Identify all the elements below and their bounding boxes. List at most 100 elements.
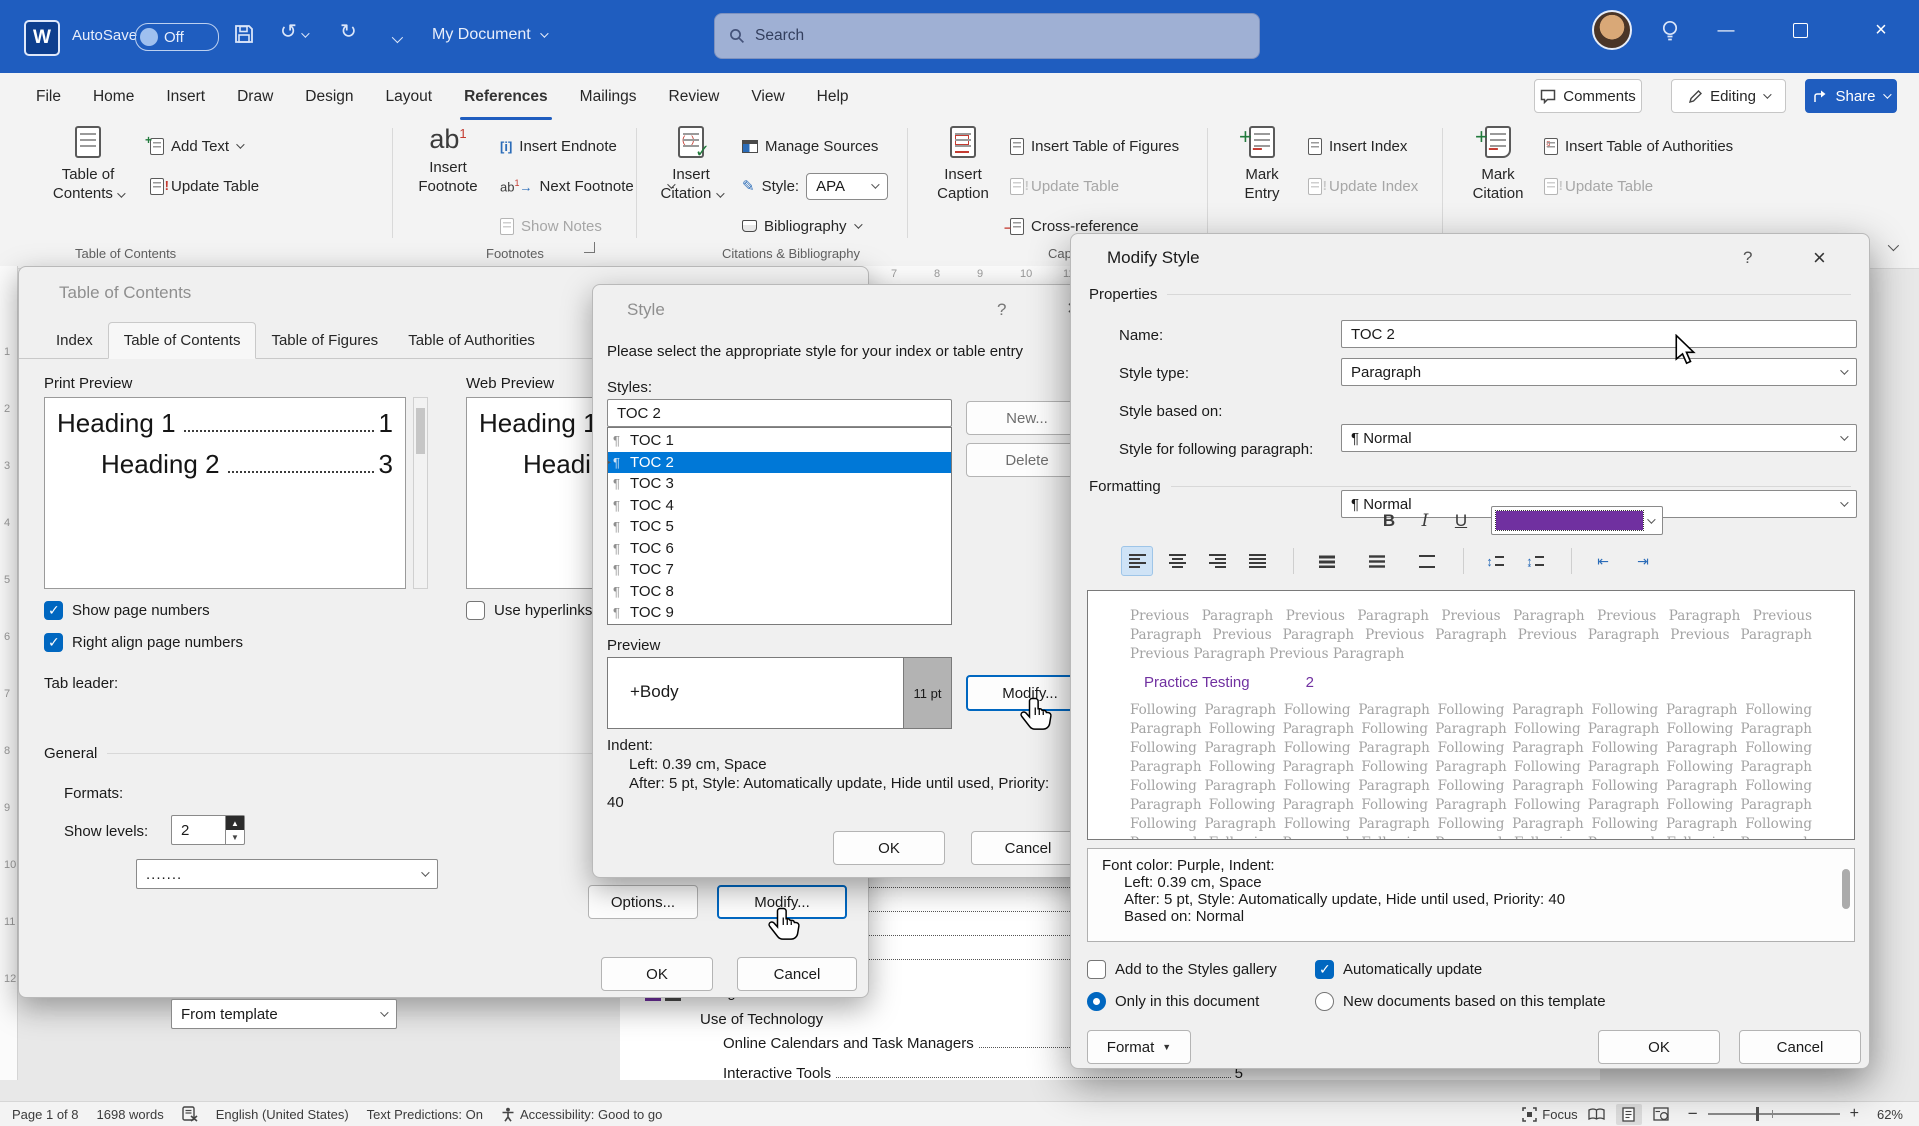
save-button[interactable] [232,22,256,51]
help-button[interactable]: ? [997,300,1006,320]
tab-draw[interactable]: Draw [221,73,289,120]
style-cancel-button[interactable]: Cancel [971,831,1085,865]
font-color-select[interactable] [1491,506,1663,535]
print-layout-button[interactable] [1616,1104,1642,1125]
use-hyperlinks-checkbox[interactable]: Use hyperlinks [466,601,592,620]
style-ok-button[interactable]: OK [833,831,945,865]
modify-cancel-button[interactable]: Cancel [1739,1030,1861,1064]
only-in-this-document-radio[interactable]: Only in this document [1087,992,1259,1011]
document-title-menu[interactable]: My Document [432,26,546,44]
focus-mode-button[interactable]: Focus [1522,1107,1577,1122]
toc-ok-button[interactable]: OK [601,957,713,991]
customize-toolbar-chevron-icon[interactable] [392,27,400,47]
close-dialog-button[interactable]: × [1813,245,1826,271]
tab-leader-select[interactable]: ....... [136,859,438,889]
tab-layout[interactable]: Layout [370,73,449,120]
comments-button[interactable]: Comments [1534,79,1642,113]
increase-indent-button[interactable]: ⇥ [1627,546,1659,576]
align-right-button[interactable] [1201,546,1233,576]
insert-caption-button[interactable]: Insert Caption [920,126,1006,204]
tab-help[interactable]: Help [801,73,865,120]
table-of-contents-button[interactable]: Table of Contents [36,126,140,204]
bold-button[interactable]: B [1373,506,1405,536]
dialog-title[interactable]: Table of Contents [59,283,191,303]
zoom-percentage[interactable]: 62% [1877,1107,1903,1122]
increase-spacing-button[interactable]: ↕ [1479,546,1511,576]
toc-modify-button[interactable]: Modify... [717,885,847,919]
line-spacing-15-button[interactable] [1361,546,1393,576]
add-text-button[interactable]: + Add Text [150,130,242,162]
mark-citation-button[interactable]: +− Mark Citation [1456,126,1540,204]
formats-select[interactable]: From template [171,999,397,1029]
add-to-styles-gallery-checkbox[interactable]: Add to the Styles gallery [1087,960,1277,979]
align-left-button[interactable] [1121,546,1153,576]
share-button[interactable]: Share [1805,79,1897,113]
line-spacing-2-button[interactable] [1411,546,1443,576]
dialog-title[interactable]: Style [627,300,665,320]
slider-thumb[interactable] [1756,1107,1759,1121]
stepper-buttons[interactable]: ▲ ▼ [225,816,244,844]
summary-scrollbar[interactable] [1842,869,1850,909]
tab-view[interactable]: View [735,73,800,120]
styles-input[interactable]: TOC 2 [607,399,952,427]
tab-index[interactable]: Index [41,323,108,358]
insert-footnote-button[interactable]: ab1 Insert Footnote [404,126,492,197]
proofing-icon[interactable] [182,1106,198,1122]
tab-insert[interactable]: Insert [150,73,221,120]
minimize-button[interactable]: — [1702,0,1750,60]
page-indicator[interactable]: Page 1 of 8 [12,1107,79,1122]
toc-cancel-button[interactable]: Cancel [737,957,857,991]
based-on-select[interactable]: ¶ Normal [1341,424,1857,452]
style-list-item[interactable]: ¶TOC 6 [608,538,951,560]
decrease-spacing-button[interactable]: ↨ [1519,546,1551,576]
tab-design[interactable]: Design [289,73,369,120]
insert-endnote-button[interactable]: [i] Insert Endnote [500,130,617,162]
decrease-indent-button[interactable]: ⇤ [1587,546,1619,576]
word-count[interactable]: 1698 words [97,1107,164,1122]
show-page-numbers-checkbox[interactable]: Show page numbers [44,601,210,620]
next-footnote-button[interactable]: ab1→ Next Footnote [500,170,673,202]
tab-table-of-contents[interactable]: Table of Contents [108,322,257,359]
accessibility-status[interactable]: Accessibility: Good to go [501,1107,662,1122]
collapse-ribbon-chevron-icon[interactable] [1888,238,1896,256]
style-list-item[interactable]: ¶TOC 8 [608,581,951,603]
style-type-select[interactable]: Paragraph [1341,358,1857,386]
style-list-item[interactable]: ¶TOC 1 [608,430,951,452]
modify-ok-button[interactable]: OK [1598,1030,1720,1064]
dialog-title[interactable]: Modify Style [1107,248,1200,268]
print-preview-scrollbar[interactable] [413,397,428,589]
citation-style-select[interactable]: APA [806,173,888,200]
style-list-item[interactable]: ¶TOC 9 [608,602,951,624]
style-list-item[interactable]: ¶TOC 5 [608,516,951,538]
tab-table-of-authorities[interactable]: Table of Authorities [393,323,550,358]
insert-table-authorities-button[interactable]: § Insert Table of Authorities [1544,130,1733,162]
autosave-toggle[interactable]: Off [135,23,219,51]
style-list-item[interactable]: ¶TOC 4 [608,495,951,517]
web-layout-button[interactable] [1648,1104,1674,1125]
manage-sources-button[interactable]: Manage Sources [742,130,878,162]
tab-mailings[interactable]: Mailings [564,73,653,120]
justify-button[interactable] [1241,546,1273,576]
new-documents-radio[interactable]: New documents based on this template [1315,992,1606,1011]
search-box[interactable]: Search [714,13,1260,59]
underline-button[interactable]: U [1445,506,1477,536]
avatar[interactable] [1592,10,1632,50]
read-mode-button[interactable] [1584,1104,1610,1125]
insert-index-button[interactable]: Insert Index [1308,130,1407,162]
styles-list-scrollbar[interactable]: ▲ ▼ [608,624,625,626]
tab-review[interactable]: Review [653,73,736,120]
format-menu-button[interactable]: Format▼ [1087,1030,1191,1064]
tab-table-of-figures[interactable]: Table of Figures [256,323,393,358]
style-list-item[interactable]: ¶TOC 3 [608,473,951,495]
style-list-item[interactable]: ¶TOC 2 [608,452,951,474]
language-indicator[interactable]: English (United States) [216,1107,349,1122]
mark-entry-button[interactable]: +− Mark Entry [1222,126,1302,204]
help-button[interactable]: ? [1743,248,1752,268]
lightbulb-icon[interactable] [1658,18,1682,49]
bibliography-button[interactable]: Bibliography [742,210,860,242]
text-predictions[interactable]: Text Predictions: On [367,1107,483,1122]
tab-references[interactable]: References [448,73,564,120]
align-center-button[interactable] [1161,546,1193,576]
tab-file[interactable]: File [20,73,77,120]
styles-list[interactable]: ¶TOC 1¶TOC 2¶TOC 3¶TOC 4¶TOC 5¶TOC 6 ¶TOC… [607,427,952,625]
